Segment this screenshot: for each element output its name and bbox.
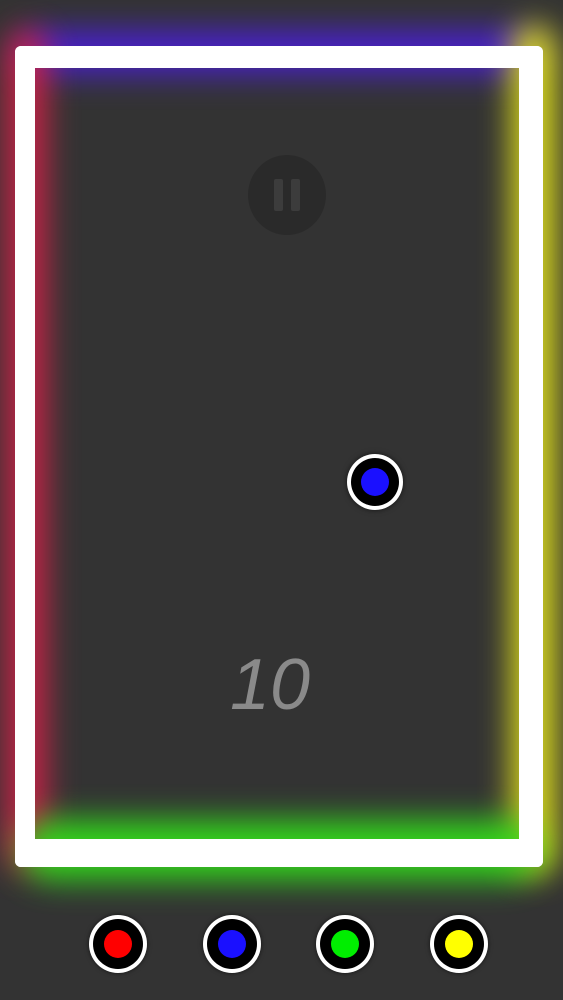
arena: 10 [0,0,563,1000]
top-wall [15,46,543,68]
yellow-dot [445,930,473,958]
bottom-wall [15,839,543,867]
color-button-yellow[interactable] [430,915,488,973]
left-wall [15,46,35,867]
pause-icon [274,179,283,211]
pause-button[interactable] [248,155,326,235]
ball-ring [351,458,399,506]
ball [347,454,403,510]
color-button-green[interactable] [316,915,374,973]
color-button-red[interactable] [89,915,147,973]
blue-dot [218,930,246,958]
green-dot [331,930,359,958]
score-counter: 10 [229,645,311,725]
color-button-blue[interactable] [203,915,261,973]
color-palette [0,915,563,979]
pause-icon-bar [291,179,300,211]
ball-core [361,468,389,496]
right-wall [519,46,543,867]
red-dot [104,930,132,958]
game-screen: 10 [0,0,563,1000]
